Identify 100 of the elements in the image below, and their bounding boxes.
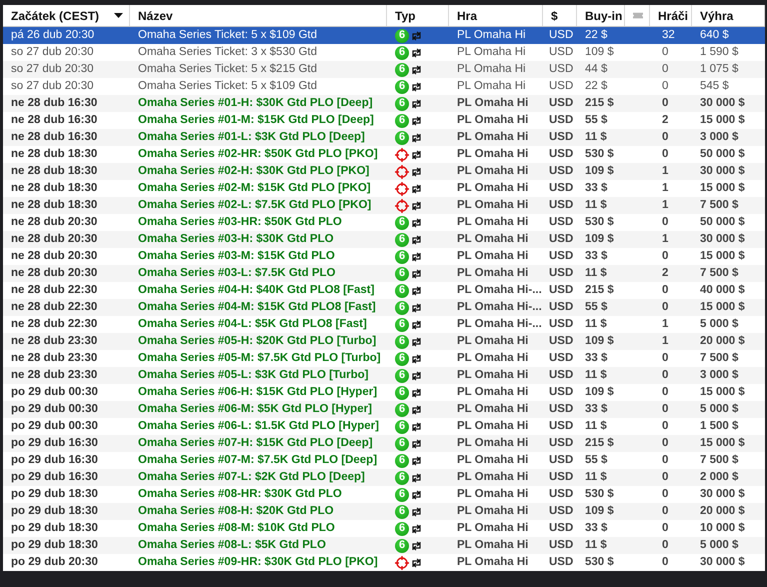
table-row[interactable]: ne 28 dub 18:30 Omaha Series #02-L: $7.5K Gtd PLO [PKO] PL Omaha Hi USD 11 $ 1 7 500 $ (3, 197, 765, 214)
column-header[interactable]: Typ (387, 5, 449, 26)
six-badge: 6 (395, 250, 409, 264)
start-cell-text: po 29 dub 18:30 (10, 504, 99, 519)
table-row[interactable]: po 29 dub 00:30 Omaha Series #06-M: $5K Gtd PLO [Hyper] 6 PL Omaha Hi USD 33 $ 0 5 000 $ (3, 401, 765, 418)
prize-cell-text: 30 000 $ (699, 164, 746, 179)
column-header[interactable]: Hráči (650, 5, 692, 26)
game-cell-text: PL Omaha Hi (456, 555, 530, 570)
column-header[interactable]: Název (130, 5, 387, 26)
currency-cell-text: USD (548, 487, 574, 502)
players-cell-text: 0 (661, 45, 670, 60)
arrows-icon (411, 48, 422, 58)
start-cell-text: po 29 dub 16:30 (10, 470, 99, 485)
table-row[interactable]: ne 28 dub 16:30 Omaha Series #01-L: $3K Gtd PLO [Deep] 6 PL Omaha Hi USD 11 $ 0 3 000 $ (3, 129, 765, 146)
name-cell-text: Omaha Series #08-HR: $30K Gtd PLO (137, 487, 343, 502)
arrows-icon (411, 82, 422, 92)
six-badge: 6 (395, 454, 409, 468)
start-cell-text: ne 28 dub 18:30 (10, 147, 98, 162)
start-cell-text: ne 28 dub 20:30 (10, 266, 98, 281)
currency-cell-text: USD (548, 45, 574, 60)
prize-cell-text: 1 590 $ (699, 45, 740, 60)
name-cell-text: Omaha Series #02-M: $15K Gtd PLO [PKO] (137, 181, 372, 196)
table-row[interactable]: po 29 dub 16:30 Omaha Series #07-L: $2K Gtd PLO [Deep] 6 PL Omaha Hi USD 11 $ 0 2 000 $ (3, 469, 765, 486)
buy-in-cell-text: 11 $ (584, 538, 608, 553)
table-row[interactable]: ne 28 dub 20:30 Omaha Series #03-H: $30K Gtd PLO 6 PL Omaha Hi USD 109 $ 1 30 000 $ (3, 231, 765, 248)
arrows-icon (411, 218, 422, 228)
six-badge: 6 (395, 216, 409, 230)
table-row[interactable]: po 29 dub 18:30 Omaha Series #08-H: $20K Gtd PLO 6 PL Omaha Hi USD 109 $ 0 20 000 $ (3, 503, 765, 520)
prize-cell-text: 10 000 $ (699, 521, 746, 536)
game-cell-text: PL Omaha Hi (456, 504, 530, 519)
name-cell-text: Omaha Series #01-H: $30K Gtd PLO [Deep] (137, 96, 374, 111)
column-header[interactable]: Hra (449, 5, 543, 26)
arrows-icon (411, 30, 422, 40)
table-row[interactable]: ne 28 dub 23:30 Omaha Series #05-L: $3K Gtd PLO [Turbo] 6 PL Omaha Hi USD 11 $ 0 3 000 $ (3, 367, 765, 384)
table-row[interactable]: ne 28 dub 20:30 Omaha Series #03-L: $7.5K Gtd PLO 6 PL Omaha Hi USD 11 $ 2 7 500 $ (3, 265, 765, 282)
arrows-icon (411, 302, 422, 312)
buy-in-cell-text: 530 $ (584, 147, 615, 162)
arrows-icon (411, 558, 422, 568)
prize-cell-text: 3 000 $ (699, 130, 740, 145)
players-cell-text: 0 (661, 487, 670, 502)
start-cell-text: ne 28 dub 23:30 (10, 368, 98, 383)
arrows-icon (411, 150, 422, 160)
prize-cell-text: 5 000 $ (699, 538, 740, 553)
prize-cell-text: 2 000 $ (699, 470, 740, 485)
prize-cell-text: 30 000 $ (699, 555, 746, 570)
players-cell-text: 0 (661, 436, 670, 451)
start-cell-text: ne 28 dub 20:30 (10, 249, 98, 264)
table-row[interactable]: po 29 dub 18:30 Omaha Series #08-L: $5K Gtd PLO 6 PL Omaha Hi USD 11 $ 0 5 000 $ (3, 537, 765, 554)
crosshair-icon (395, 148, 409, 162)
table-row[interactable]: ne 28 dub 16:30 Omaha Series #01-H: $30K Gtd PLO [Deep] 6 PL Omaha Hi USD 215 $ 0 30 000 $ (3, 95, 765, 112)
arrows-icon (411, 132, 422, 142)
prize-cell-text: 15 000 $ (699, 181, 746, 196)
players-cell-text: 0 (661, 368, 670, 383)
start-cell-text: po 29 dub 18:30 (10, 538, 99, 553)
column-header[interactable]: Výhra (692, 5, 765, 26)
game-cell-text: PL Omaha Hi (456, 402, 530, 417)
buy-in-cell-text: 109 $ (584, 232, 615, 247)
arrows-icon (411, 336, 422, 346)
table-row[interactable]: ne 28 dub 22:30 Omaha Series #04-M: $15K Gtd PLO8 [Fast] 6 PL Omaha Hi-... USD 55 $ 0 15 000 $ (3, 299, 765, 316)
players-cell-text: 0 (661, 504, 670, 519)
buy-in-cell-text: 11 $ (584, 317, 608, 332)
table-row[interactable]: po 29 dub 16:30 Omaha Series #07-H: $15K Gtd PLO [Deep] 6 PL Omaha Hi USD 215 $ 0 15 000 $ (3, 435, 765, 452)
table-row[interactable]: ne 28 dub 23:30 Omaha Series #05-H: $20K Gtd PLO [Turbo] 6 PL Omaha Hi USD 109 $ 1 20 000 $ (3, 333, 765, 350)
name-cell-text: Omaha Series #02-HR: $50K Gtd PLO [PKO] (137, 147, 379, 162)
arrows-icon (411, 404, 422, 414)
prize-cell-text: 30 000 $ (699, 96, 746, 111)
currency-cell-text: USD (548, 436, 574, 451)
buy-in-cell-text: 22 $ (584, 79, 608, 94)
six-badge: 6 (395, 334, 409, 348)
currency-cell-text: USD (548, 334, 574, 349)
players-cell-text: 0 (661, 402, 670, 417)
column-header[interactable]: $ (543, 5, 577, 26)
players-cell-text: 0 (661, 147, 670, 162)
crosshair-icon (395, 164, 409, 178)
table-row[interactable]: pá 26 dub 20:30 Omaha Series Ticket: 5 x $109 Gtd 6 PL Omaha Hi USD 22 $ 32 640 $ (3, 27, 765, 44)
players-cell-text: 0 (661, 249, 670, 264)
table-row[interactable]: so 27 dub 20:30 Omaha Series Ticket: 5 x $215 Gtd 6 PL Omaha Hi USD 44 $ 0 1 075 $ (3, 61, 765, 78)
players-cell-text: 0 (661, 79, 670, 94)
column-header[interactable]: Začátek (CEST) (3, 5, 130, 26)
buy-in-cell-text: 11 $ (584, 198, 608, 213)
game-cell-text: PL Omaha Hi-... (456, 283, 543, 298)
players-cell-text: 1 (661, 334, 670, 349)
six-badge: 6 (395, 352, 409, 366)
buy-in-cell-text: 55 $ (584, 453, 608, 468)
currency-cell-text: USD (548, 28, 574, 43)
column-header[interactable]: Buy-in (577, 5, 625, 26)
six-badge: 6 (395, 28, 409, 42)
currency-cell-text: USD (548, 351, 574, 366)
arrows-icon (411, 370, 422, 380)
table-row[interactable]: ne 28 dub 18:30 Omaha Series #02-H: $30K Gtd PLO [PKO] PL Omaha Hi USD 109 $ 1 30 000 $ (3, 163, 765, 180)
name-cell-text: Omaha Series #07-H: $15K Gtd PLO [Deep] (137, 436, 374, 451)
name-cell-text: Omaha Series Ticket: 3 x $530 Gtd (137, 45, 318, 60)
buy-in-cell-text: 109 $ (584, 164, 615, 179)
players-cell-text: 0 (661, 419, 670, 434)
currency-cell-text: USD (548, 96, 574, 111)
prize-cell-text: 1 500 $ (699, 419, 740, 434)
currency-cell-text: USD (548, 113, 574, 128)
start-cell-text: ne 28 dub 16:30 (10, 113, 98, 128)
arrows-icon (411, 234, 422, 244)
currency-cell-text: USD (548, 317, 574, 332)
